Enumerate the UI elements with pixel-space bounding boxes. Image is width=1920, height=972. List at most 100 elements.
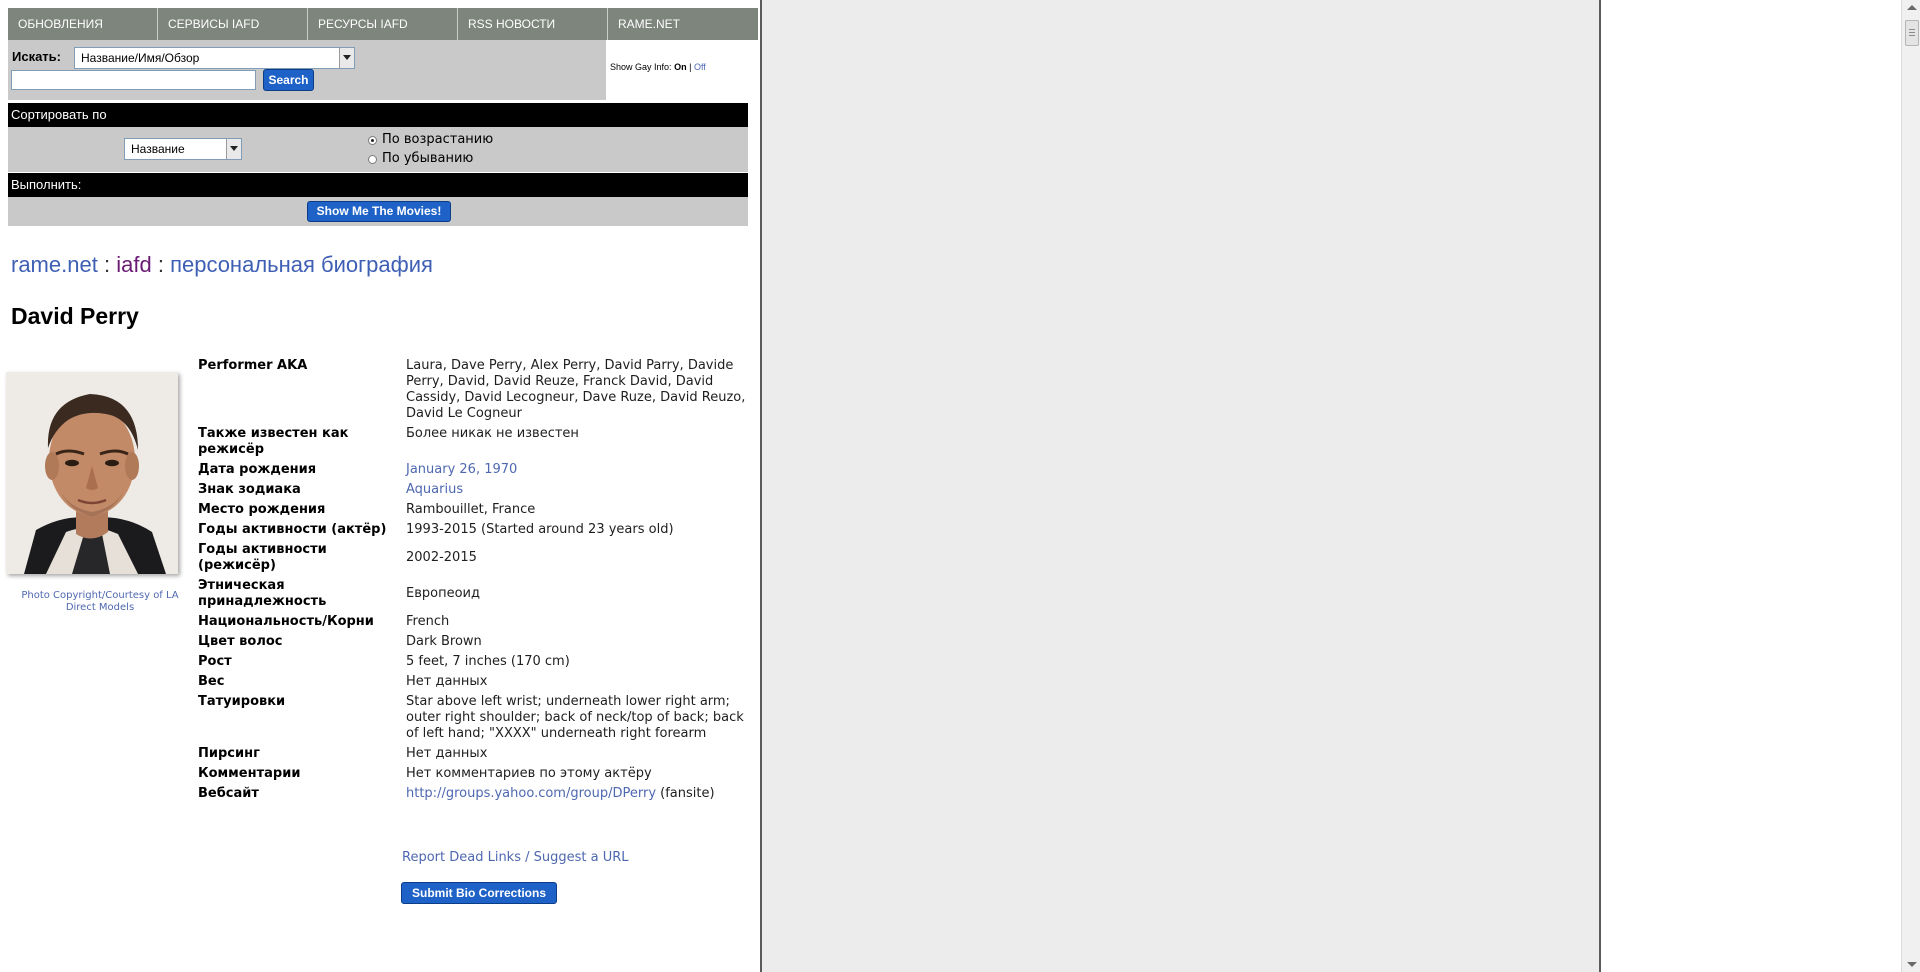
search-button[interactable]: Search	[263, 69, 314, 91]
bio-row-website: Вебсайт http://groups.yahoo.com/group/DP…	[198, 786, 746, 806]
top-nav: ОБНОВЛЕНИЯ СЕРВИСЫ IAFD РЕСУРСЫ IAFD RSS…	[8, 8, 758, 40]
gay-info-toggle: Show Gay Info: On | Off	[610, 62, 706, 72]
grip-icon	[1909, 35, 1915, 36]
breadcrumb-section-link[interactable]: iafd	[116, 252, 151, 277]
bio-value: French	[406, 614, 450, 629]
website-link[interactable]: http://groups.yahoo.com/group/DPerry	[406, 786, 656, 801]
chevron-down-icon[interactable]	[339, 48, 354, 68]
bio-label: Татуировки	[198, 694, 286, 709]
bio-row-years-director: Годы активности (режисёр) 2002-2015	[198, 542, 746, 578]
bio-label: Рост	[198, 654, 232, 669]
blank-frame-right	[1601, 0, 1901, 972]
sort-field-select[interactable]: Название	[124, 138, 242, 160]
bio-label: Комментарии	[198, 766, 301, 781]
bio-row-director: Также известен как режисёр Более никак н…	[198, 426, 746, 462]
blank-frame	[762, 0, 1601, 972]
execute-panel: Show Me The Movies!	[8, 197, 748, 226]
scroll-up-arrow-icon[interactable]	[1907, 5, 1917, 10]
search-label: Искать:	[12, 49, 61, 64]
show-movies-button[interactable]: Show Me The Movies!	[307, 201, 451, 222]
bio-row-nationality: Национальность/Корни French	[198, 614, 746, 634]
sort-asc-radio[interactable]	[368, 136, 377, 145]
sort-desc-label: По убыванию	[382, 151, 474, 166]
bio-value: Более никак не известен	[406, 426, 579, 441]
scroll-down-arrow-icon[interactable]	[1907, 962, 1917, 967]
bio-row-aka: Performer AKA Laura, Dave Perry, Alex Pe…	[198, 358, 746, 426]
bio-value: Нет данных	[406, 746, 488, 761]
grip-icon	[1909, 32, 1915, 33]
bio-label: Пирсинг	[198, 746, 260, 761]
performer-photo	[6, 372, 178, 574]
bio-value: Нет данных	[406, 674, 488, 689]
bio-value: Laura, Dave Perry, Alex Perry, David Par…	[406, 358, 746, 421]
bio-row-birthday: Дата рождения January 26, 1970	[198, 462, 746, 482]
bio-value: Star above left wrist; underneath lower …	[406, 694, 744, 741]
grip-icon	[1909, 29, 1915, 30]
portrait-image	[6, 372, 178, 574]
execute-header: Выполнить:	[8, 173, 748, 197]
bio-label: Вес	[198, 674, 225, 689]
bio-value: 5 feet, 7 inches (170 cm)	[406, 654, 570, 669]
performer-name: David Perry	[11, 303, 139, 329]
bio-value: Dark Brown	[406, 634, 482, 649]
breadcrumb: rame.net : iafd : персональная биография	[11, 252, 433, 278]
website-note: (fansite)	[660, 786, 715, 801]
bio-row-piercings: Пирсинг Нет данных	[198, 746, 746, 766]
bio-row-years-actor: Годы активности (актёр) 1993-2015 (Start…	[198, 522, 746, 542]
search-field-select[interactable]: Название/Имя/Обзор	[74, 47, 355, 69]
bio-label: Также известен как режисёр	[198, 426, 349, 457]
bio-label: Знак зодиака	[198, 482, 301, 497]
bio-label: Дата рождения	[198, 462, 317, 477]
nav-item-rame[interactable]: RAME.NET	[608, 8, 758, 40]
bio-label: Цвет волос	[198, 634, 283, 649]
bio-value: 1993-2015 (Started around 23 years old)	[406, 522, 674, 537]
search-field-selected: Название/Имя/Обзор	[81, 51, 200, 65]
birthday-link[interactable]: January 26, 1970	[406, 462, 517, 477]
bio-table: Performer AKA Laura, Dave Perry, Alex Pe…	[198, 358, 746, 806]
sort-asc-label: По возрастанию	[382, 132, 494, 147]
bio-label: Место рождения	[198, 502, 326, 517]
bio-value: Европеоид	[406, 586, 480, 601]
nav-item-rss[interactable]: RSS НОВОСТИ	[458, 8, 608, 40]
bio-row-zodiac: Знак зодиака Aquarius	[198, 482, 746, 502]
bio-label: Performer AKA	[198, 358, 308, 373]
photo-credit[interactable]: Photo Copyright/Courtesy of LA Direct Mo…	[12, 590, 188, 614]
sort-header: Сортировать по	[8, 103, 748, 127]
bio-row-ethnicity: Этническая принадлежность Европеоид	[198, 578, 746, 614]
bio-label: Этническая принадлежность	[198, 578, 327, 609]
search-input[interactable]	[11, 70, 256, 90]
breadcrumb-page-link[interactable]: персональная биография	[170, 252, 433, 277]
scroll-thumb[interactable]	[1905, 20, 1919, 46]
bio-label: Годы активности (режисёр)	[198, 542, 327, 573]
bio-row-weight: Вес Нет данных	[198, 674, 746, 694]
gay-info-sep: |	[689, 62, 692, 72]
breadcrumb-sep: :	[157, 252, 164, 277]
bio-row-height: Рост 5 feet, 7 inches (170 cm)	[198, 654, 746, 674]
breadcrumb-sep: :	[103, 252, 111, 277]
breadcrumb-site-link[interactable]: rame.net	[11, 252, 98, 277]
bio-row-birthplace: Место рождения Rambouillet, France	[198, 502, 746, 522]
main-frame: ОБНОВЛЕНИЯ СЕРВИСЫ IAFD РЕСУРСЫ IAFD RSS…	[0, 0, 762, 972]
bio-row-comments: Комментарии Нет комментариев по этому ак…	[198, 766, 746, 786]
bio-value: Rambouillet, France	[406, 502, 536, 517]
report-dead-links-link[interactable]: Report Dead Links / Suggest a URL	[402, 850, 629, 865]
bio-label: Вебсайт	[198, 786, 259, 801]
bio-value: Нет комментариев по этому актёру	[406, 766, 652, 781]
gay-info-off-link[interactable]: Off	[694, 62, 706, 72]
nav-item-resources[interactable]: РЕСУРСЫ IAFD	[308, 8, 458, 40]
bio-row-hair: Цвет волос Dark Brown	[198, 634, 746, 654]
sort-field-selected: Название	[131, 142, 185, 156]
nav-item-services[interactable]: СЕРВИСЫ IAFD	[158, 8, 308, 40]
vertical-scrollbar[interactable]	[1901, 0, 1920, 972]
bio-label: Годы активности (актёр)	[198, 522, 387, 537]
gay-info-on[interactable]: On	[674, 62, 687, 72]
bio-label: Национальность/Корни	[198, 614, 374, 629]
chevron-down-icon[interactable]	[226, 139, 241, 159]
sort-desc-radio[interactable]	[368, 155, 377, 164]
zodiac-link[interactable]: Aquarius	[406, 482, 463, 497]
bio-value: 2002-2015	[406, 550, 477, 565]
submit-bio-corrections-button[interactable]: Submit Bio Corrections	[401, 882, 557, 904]
bio-row-tattoos: Татуировки Star above left wrist; undern…	[198, 694, 746, 746]
nav-item-updates[interactable]: ОБНОВЛЕНИЯ	[8, 8, 158, 40]
search-panel: Искать: Название/Имя/Обзор Search	[8, 40, 606, 100]
